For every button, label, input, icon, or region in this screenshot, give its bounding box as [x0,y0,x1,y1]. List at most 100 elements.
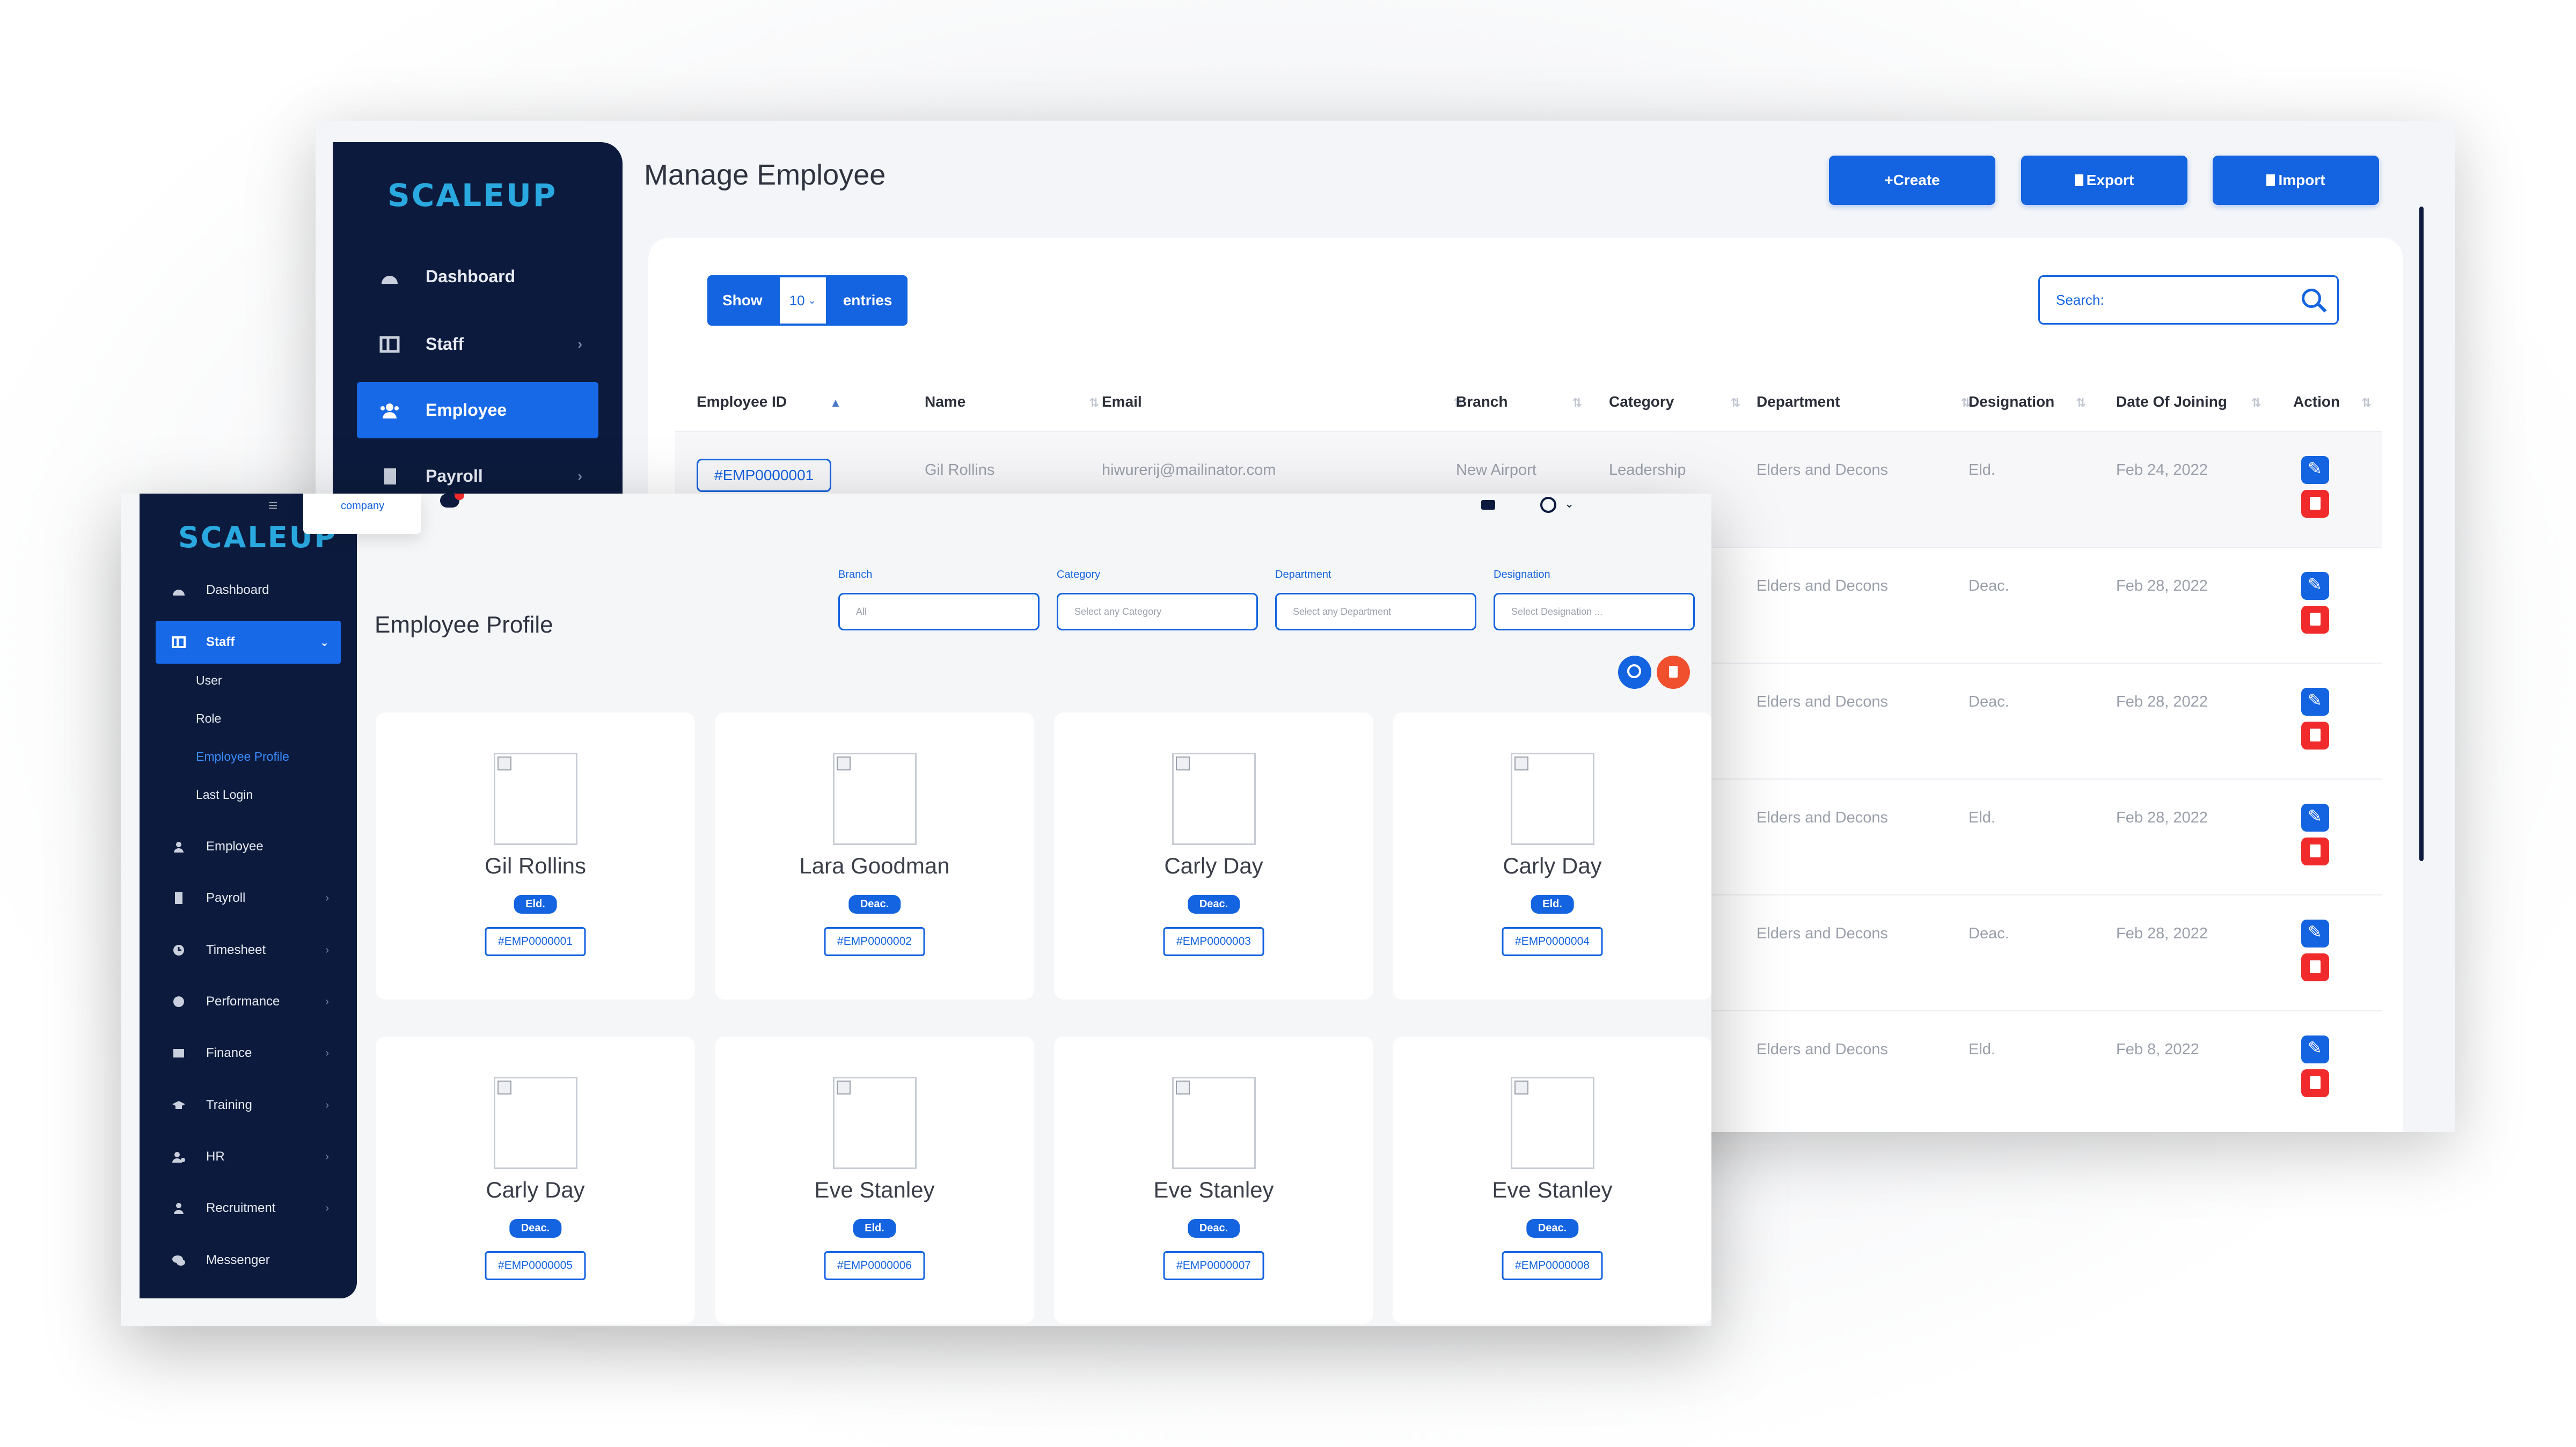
cell-department: Elders and Decons [1757,925,1889,942]
employee-id-link[interactable]: #EMP0000008 [1502,1251,1603,1280]
sidebar-item-staff[interactable]: Staff › [357,316,598,372]
cell-department: Elders and Decons [1757,461,1889,479]
company-dropdown[interactable]: company [303,494,421,534]
employee-id-link[interactable]: #EMP0000003 [1163,927,1264,956]
branch-select[interactable]: All [838,593,1040,630]
employee-id-link[interactable]: #EMP0000005 [485,1251,586,1280]
employee-name: Gil Rollins [484,853,587,878]
sidebar-item-dashboard[interactable]: Dashboard [357,248,598,305]
export-label: Export [2086,172,2134,188]
employee-card[interactable]: Carly Day Eld. #EMP0000004 [1393,713,1711,1000]
clear-filter-button[interactable] [1657,656,1690,689]
employee-card[interactable]: Eve Stanley Deac. #EMP0000007 [1054,1037,1373,1324]
filter-label: Designation [1494,569,1550,581]
column-header[interactable]: Employee ID ▲ [697,393,841,410]
delete-icon[interactable] [2301,1069,2329,1097]
employee-id-link[interactable]: #EMP0000004 [1502,927,1603,956]
employee-name: Eve Stanley [1492,1177,1613,1202]
sidebar-item-label: Recruitment [206,1201,276,1215]
delete-icon[interactable] [2301,722,2329,750]
employee-id-link[interactable]: #EMP0000001 [485,927,586,956]
employee-id-link[interactable]: #EMP0000001 [697,459,832,492]
column-header[interactable]: Branch ⇅ [1456,393,1582,410]
entries-value: 10 [789,292,805,309]
users-icon [172,840,186,853]
designation-select[interactable]: Select Designation ... [1494,593,1695,630]
cell-designation: Eld. [1968,1041,1995,1058]
edit-icon[interactable] [2301,688,2329,716]
sidebar-item-timesheet[interactable]: Timesheet › [156,929,341,972]
column-header[interactable]: Action ⇅ [2293,393,2372,410]
edit-icon[interactable] [2301,572,2329,600]
column-header[interactable]: Designation ⇅ [1968,393,2086,410]
users-icon [379,401,400,420]
import-label: Import [2278,172,2325,188]
finance-icon [172,1047,186,1060]
sidebar-item-hr[interactable]: HR › [156,1135,341,1178]
sidebar-item-training[interactable]: Training › [156,1084,341,1127]
edit-icon[interactable] [2301,1035,2329,1063]
column-header[interactable]: Email ⇅ [1102,393,1463,410]
search-input[interactable]: Search: [2038,275,2339,325]
column-header[interactable]: Name ⇅ [925,393,1099,410]
department-select[interactable]: Select any Department [1275,593,1476,630]
entries-select[interactable]: 10 ⌄ [777,275,828,326]
sidebar-subitem-employee-profile[interactable]: Employee Profile [196,750,289,764]
cell-date: Feb 28, 2022 [2116,809,2208,826]
sidebar: SCALEUP Dashboard Staff ⌄ User Role Empl… [140,494,357,1298]
sidebar-subitem-user[interactable]: User [196,673,222,688]
sidebar-item-finance[interactable]: Finance › [156,1032,341,1075]
delete-icon[interactable] [2301,490,2329,518]
cell-designation: Eld. [1968,461,1995,479]
sidebar-item-performance[interactable]: Performance › [156,980,341,1023]
column-header[interactable]: Date Of Joining ⇅ [2116,393,2261,410]
delete-icon[interactable] [2301,953,2329,981]
sidebar-item-employee[interactable]: Employee [156,825,341,868]
column-label: Email [1102,393,1142,410]
column-label: Category [1609,393,1674,410]
employee-card[interactable]: Carly Day Deac. #EMP0000005 [376,1037,695,1324]
column-label: Department [1757,393,1840,410]
sidebar-item-staff[interactable]: Staff ⌄ [156,621,341,664]
globe-icon[interactable] [1540,497,1556,513]
avatar [1172,753,1256,845]
sidebar-item-messenger[interactable]: Messenger [156,1239,341,1282]
delete-icon[interactable] [2301,606,2329,634]
create-button[interactable]: +Create [1829,156,1995,205]
sidebar-item-label: Performance [206,994,280,1009]
employee-id-link[interactable]: #EMP0000006 [824,1251,925,1280]
sidebar-subitem-last-login[interactable]: Last Login [196,788,253,802]
edit-icon[interactable] [2301,456,2329,484]
clock-icon [172,944,186,957]
employee-card[interactable]: Eve Stanley Eld. #EMP0000006 [715,1037,1034,1324]
sidebar-item-recruitment[interactable]: Recruitment › [156,1187,341,1230]
sidebar-item-label: Training [206,1098,252,1112]
column-header[interactable]: Department ⇅ [1757,393,1971,410]
delete-icon[interactable] [2301,838,2329,865]
export-button[interactable]: Export [2021,156,2187,205]
sidebar-subitem-role[interactable]: Role [196,711,221,726]
employee-card[interactable]: Lara Goodman Deac. #EMP0000002 [715,713,1034,1000]
employee-card[interactable]: Gil Rollins Eld. #EMP0000001 [376,713,695,1000]
sidebar-item-payroll[interactable]: Payroll › [156,877,341,920]
employee-id-link[interactable]: #EMP0000007 [1163,1251,1264,1280]
scrollbar[interactable] [2419,207,2424,861]
column-header[interactable]: Category ⇅ [1609,393,1740,410]
employee-card[interactable]: Carly Day Deac. #EMP0000003 [1054,713,1373,1000]
search-placeholder: Search: [2056,291,2104,308]
edit-icon[interactable] [2301,804,2329,832]
staff-icon [379,335,400,354]
employee-card[interactable]: Eve Stanley Deac. #EMP0000008 [1393,1037,1711,1324]
sidebar-item-employee[interactable]: Employee [357,382,598,438]
hamburger-icon[interactable]: ≡ [268,497,278,515]
import-button[interactable]: Import [2213,156,2379,205]
mail-icon[interactable] [1481,500,1495,510]
edit-icon[interactable] [2301,920,2329,947]
category-select[interactable]: Select any Category [1057,593,1258,630]
chevron-down-icon[interactable]: ⌄ [1564,497,1574,511]
sidebar-item-dashboard[interactable]: Dashboard [156,569,341,612]
employee-id-link[interactable]: #EMP0000002 [824,927,925,956]
search-button[interactable] [1618,656,1651,689]
column-label: Date Of Joining [2116,393,2227,410]
sidebar-item-label: Payroll [426,466,483,486]
